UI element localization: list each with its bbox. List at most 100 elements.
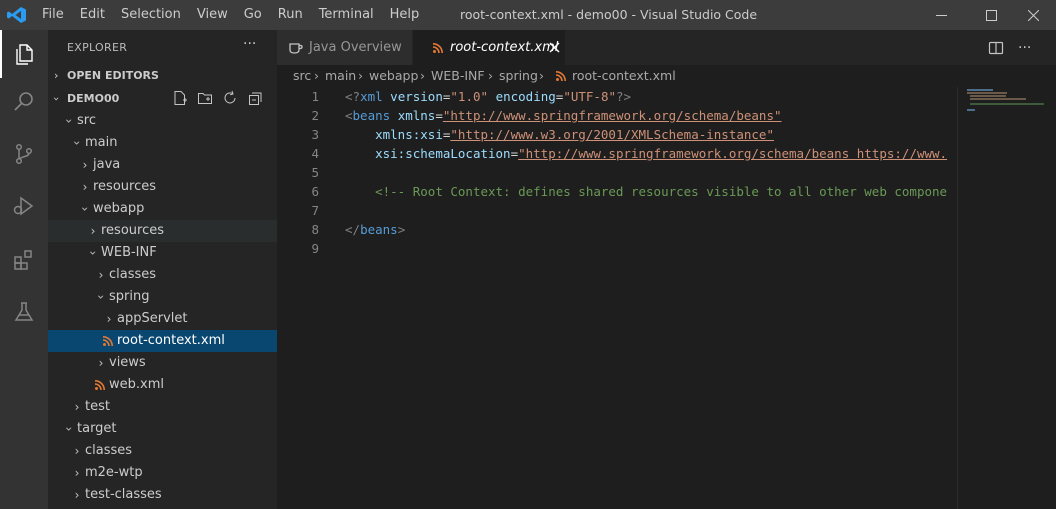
- rss-icon: [95, 380, 105, 390]
- tree-item-label: test: [85, 399, 110, 414]
- chevron-right-icon: ›: [314, 68, 319, 83]
- extensions-button[interactable]: [0, 236, 48, 284]
- tree-item-label: web.xml: [109, 377, 164, 392]
- tree-folder[interactable]: › appServlet: [48, 308, 277, 330]
- code-line[interactable]: <!-- Root Context: defines shared resour…: [345, 182, 957, 201]
- tree-folder[interactable]: › resources: [48, 220, 277, 242]
- code-token: xmlns:xsi: [375, 127, 443, 142]
- tree-file[interactable]: web.xml: [48, 374, 277, 396]
- chevron-right-icon: ›: [420, 68, 425, 83]
- vscode-logo-icon: [7, 7, 26, 23]
- chevron-right-icon: ›: [74, 488, 80, 502]
- code-token: ?: [616, 89, 624, 104]
- rss-icon: [556, 71, 566, 81]
- minimize-icon: [935, 14, 947, 16]
- chevron-right-icon: ›: [82, 180, 88, 194]
- close-tab-icon[interactable]: [549, 42, 560, 53]
- breadcrumb-item[interactable]: main: [325, 65, 356, 87]
- tree-item-label: classes: [109, 267, 157, 282]
- tab-label: Java Overview: [309, 40, 402, 55]
- tree-item-label: m2e-wtp: [85, 465, 143, 480]
- menu-run[interactable]: Run: [270, 0, 311, 30]
- open-editors-section[interactable]: › OPEN EDITORS: [48, 65, 277, 87]
- line-number: 5: [311, 165, 319, 180]
- breadcrumb-item[interactable]: WEB-INF: [431, 65, 485, 87]
- breadcrumb-item[interactable]: webapp: [369, 65, 418, 87]
- tree-item-label: classes: [85, 443, 133, 458]
- source-control-button[interactable]: [0, 130, 48, 178]
- run-debug-button[interactable]: [0, 182, 48, 230]
- code-token: <: [345, 89, 353, 104]
- new-file-icon[interactable]: [172, 90, 188, 106]
- minimap[interactable]: [957, 87, 1056, 509]
- tree-item-label: WEB-INF: [101, 245, 157, 260]
- code-token: "UTF-8": [563, 89, 616, 104]
- collapse-all-icon[interactable]: [247, 90, 263, 106]
- maximize-button[interactable]: [968, 0, 1014, 30]
- tree-folder[interactable]: › test: [48, 396, 277, 418]
- menu-selection[interactable]: Selection: [113, 0, 189, 30]
- menu-edit[interactable]: Edit: [72, 0, 113, 30]
- tree-folder[interactable]: › main: [48, 132, 277, 154]
- tree-folder[interactable]: › m2e-wtp: [48, 462, 277, 484]
- workspace-label: DEMO00: [67, 92, 120, 105]
- tree-folder[interactable]: › test-classes: [48, 484, 277, 506]
- menu-go[interactable]: Go: [236, 0, 270, 30]
- breadcrumb-item[interactable]: spring: [499, 65, 538, 87]
- more-actions-icon[interactable]: ···: [1018, 40, 1031, 56]
- code-token: "http://www.springframework.org/schema/b…: [442, 108, 782, 123]
- tree-folder[interactable]: › webapp: [48, 198, 277, 220]
- refresh-icon[interactable]: [222, 90, 238, 106]
- new-folder-icon[interactable]: [197, 90, 213, 106]
- breadcrumb-item[interactable]: root-context.xml: [572, 65, 676, 87]
- line-number: 2: [311, 108, 319, 123]
- chevron-right-icon: ›: [358, 68, 363, 83]
- chevron-right-icon: ›: [90, 224, 96, 238]
- code-line[interactable]: <beans xmlns="http://www.springframework…: [345, 106, 957, 125]
- code-token: =: [510, 146, 519, 161]
- code-editor[interactable]: 1 <?xml version="1.0" encoding="UTF-8"?> 2…: [277, 87, 1056, 509]
- menu-view[interactable]: View: [189, 0, 236, 30]
- menu-file[interactable]: File: [34, 0, 72, 30]
- split-editor-icon[interactable]: [988, 40, 1004, 56]
- menu-bar: File Edit Selection View Go Run Terminal Help: [34, 0, 427, 30]
- explorer-actions: [172, 90, 263, 106]
- tree-folder[interactable]: › WEB-INF: [48, 242, 277, 264]
- more-actions-button[interactable]: ···: [243, 36, 256, 52]
- menu-help[interactable]: Help: [382, 0, 428, 30]
- tree-folder[interactable]: › classes: [48, 440, 277, 462]
- tab-root-context-xml[interactable]: root-context.xml: [413, 30, 565, 65]
- menu-terminal[interactable]: Terminal: [311, 0, 382, 30]
- testing-button[interactable]: [0, 288, 48, 336]
- tab-java-overview[interactable]: Java Overview: [277, 30, 412, 65]
- tree-folder[interactable]: › views: [48, 352, 277, 374]
- minimize-button[interactable]: [918, 0, 964, 30]
- chevron-right-icon: ›: [539, 68, 544, 83]
- explorer-button[interactable]: [0, 30, 48, 78]
- tree-folder[interactable]: › src: [48, 110, 277, 132]
- code-line[interactable]: <?xml version="1.0" encoding="UTF-8"?>: [345, 87, 957, 106]
- maximize-icon: [985, 9, 997, 21]
- code-line[interactable]: </beans>: [345, 220, 957, 239]
- tree-folder[interactable]: › resources: [48, 176, 277, 198]
- tree-item-label: webapp: [93, 201, 145, 216]
- title-bar: File Edit Selection View Go Run Terminal Help r…: [0, 0, 1056, 30]
- code-line[interactable]: xmlns:xsi="http://www.w3.org/2001/XMLSch…: [345, 125, 957, 144]
- search-button[interactable]: [0, 78, 48, 126]
- tree-folder[interactable]: › classes: [48, 264, 277, 286]
- code-token: xml: [360, 89, 391, 104]
- search-icon: [14, 92, 33, 111]
- tree-folder[interactable]: › java: [48, 154, 277, 176]
- close-window-button[interactable]: [1010, 0, 1056, 30]
- tree-item-label: views: [109, 355, 146, 370]
- tree-folder[interactable]: › spring: [48, 286, 277, 308]
- code-line[interactable]: xsi:schemaLocation="http://www.springfra…: [345, 144, 957, 163]
- tree-folder[interactable]: › target: [48, 418, 277, 440]
- chevron-right-icon: ›: [106, 312, 112, 326]
- tree-file[interactable]: root-context.xml: [48, 330, 277, 352]
- breadcrumb-item[interactable]: src: [293, 65, 311, 87]
- coffee-cup-icon: [289, 43, 303, 54]
- tree-item-label: src: [77, 113, 96, 128]
